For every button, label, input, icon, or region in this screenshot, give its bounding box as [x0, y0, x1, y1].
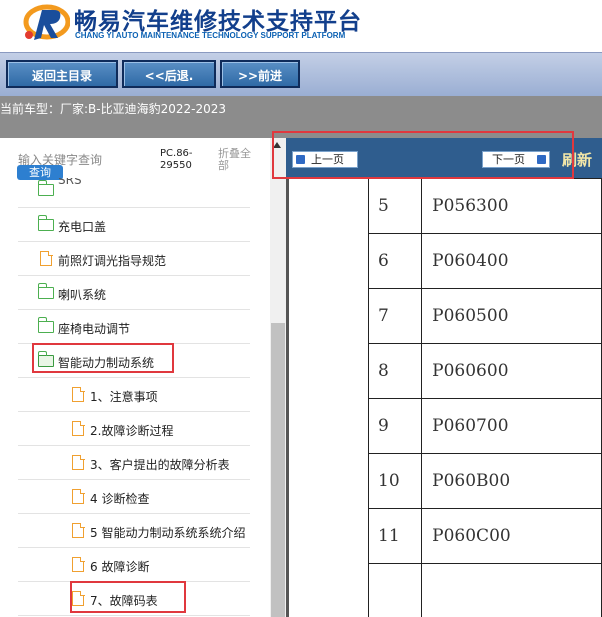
row-number: 6 [367, 233, 423, 289]
table-row: 9 P060700 [367, 398, 602, 454]
folder-open-icon [37, 351, 54, 367]
sidebar-item-charging-port-cover[interactable]: 充电口盖 [18, 208, 250, 242]
sidebar-item-label: SRS [58, 178, 82, 187]
dtc-code: P060600 [421, 343, 602, 399]
sidebar-item-partial[interactable]: SRS [18, 178, 250, 208]
document-icon [40, 250, 53, 266]
document-icon [72, 590, 85, 606]
collapse-all-button[interactable]: 折叠全部 [218, 148, 258, 172]
table-row: 6 P060400 [367, 233, 602, 289]
sidebar-item-label: 智能动力制动系统 [58, 356, 155, 370]
table-row: 11 P060C00 [367, 508, 602, 564]
arrow-right-icon [537, 155, 546, 164]
page-nav-bar: 上一页 下一页 刷新 [286, 138, 602, 178]
folder-icon [37, 283, 54, 299]
table-row [367, 563, 602, 617]
document-icon [72, 488, 85, 504]
sidebar-item-label: 5 智能动力制动系统系统介绍 [90, 526, 246, 540]
back-button[interactable]: <<后退. [122, 60, 216, 88]
document-icon [72, 556, 85, 572]
sidebar-item-precautions[interactable]: 1、注意事项 [18, 378, 250, 412]
table-row: 8 P060600 [367, 343, 602, 399]
sidebar-item-label: 前照灯调光指导规范 [58, 254, 167, 268]
toolbar: 返回主目录 <<后退. >>前进 [0, 52, 602, 96]
dtc-code: P060500 [421, 288, 602, 344]
scroll-up-icon[interactable] [273, 142, 281, 148]
sidebar: 输入关键字查询 查询 PC.86-29550 折叠全部 SRS 充电口盖 前照灯… [0, 138, 270, 617]
table-row: 5 P056300 [367, 178, 602, 234]
row-number: 10 [367, 453, 423, 509]
sidebar-item-label: 喇叭系统 [58, 288, 107, 302]
row-number: 9 [367, 398, 423, 454]
folder-icon [37, 180, 54, 196]
row-number: 5 [367, 178, 423, 234]
sidebar-item-label: 6 故障诊断 [90, 560, 150, 574]
arrow-left-icon [296, 155, 305, 164]
scrollbar-thumb[interactable] [271, 323, 285, 617]
row-number: 8 [367, 343, 423, 399]
sidebar-item-dtc-table[interactable]: 7、故障码表 [18, 582, 250, 616]
folder-icon [37, 215, 54, 231]
table-row: 7 P060500 [367, 288, 602, 344]
page-border [286, 178, 289, 617]
sidebar-item-diagnosis-process[interactable]: 2.故障诊断过程 [18, 412, 250, 446]
document-icon [72, 386, 85, 402]
dtc-table: 5 P056300 6 P060400 7 P060500 8 P060600 9 P06… [367, 178, 602, 617]
row-number: 11 [367, 508, 423, 564]
sidebar-item-headlight-guide[interactable]: 前照灯调光指导规范 [18, 242, 250, 276]
document-icon [72, 454, 85, 470]
sidebar-item-label: 3、客户提出的故障分析表 [90, 458, 230, 472]
current-car-model: 当前车型：厂家:B-比亚迪海豹2022-2023 [0, 102, 227, 116]
prev-page-button[interactable]: 上一页 [292, 151, 358, 168]
sidebar-item-label: 2.故障诊断过程 [90, 424, 174, 438]
folder-icon [37, 317, 54, 333]
sidebar-item-system-intro[interactable]: 5 智能动力制动系统系统介绍 [18, 514, 250, 548]
document-icon [72, 420, 85, 436]
dtc-code: P060400 [421, 233, 602, 289]
sidebar-item-fault-diagnosis[interactable]: 6 故障诊断 [18, 548, 250, 582]
forward-button[interactable]: >>前进 [220, 60, 300, 88]
sidebar-item-label: 充电口盖 [58, 220, 107, 234]
home-button[interactable]: 返回主目录 [6, 60, 118, 88]
sidebar-item-label: 座椅电动调节 [58, 322, 131, 336]
refresh-link[interactable]: 刷新 [562, 149, 592, 170]
table-row: 10 P060B00 [367, 453, 602, 509]
sidebar-item-label: 7、故障码表 [90, 594, 158, 608]
row-number: 7 [367, 288, 423, 344]
sidebar-item-horn-system[interactable]: 喇叭系统 [18, 276, 250, 310]
dtc-code: P056300 [421, 178, 602, 234]
sidebar-scrollbar[interactable] [270, 138, 286, 617]
row-number [367, 563, 423, 617]
sidebar-item-label: 1、注意事项 [90, 390, 158, 404]
sidebar-item-power-seat[interactable]: 座椅电动调节 [18, 310, 250, 344]
next-page-button[interactable]: 下一页 [482, 151, 550, 168]
logo-icon [23, 4, 70, 40]
sidebar-item-label: 4 诊断检查 [90, 492, 150, 506]
sidebar-item-intelligent-brake-system[interactable]: 智能动力制动系统 [18, 344, 250, 378]
dtc-code: P060C00 [421, 508, 602, 564]
pc-code: PC.86-29550 [160, 148, 193, 171]
dtc-code: P060B00 [421, 453, 602, 509]
platform-subtitle: CHANG YI AUTO MAINTENANCE TECHNOLOGY SUP… [75, 31, 346, 40]
prev-page-label: 上一页 [311, 153, 344, 166]
content-pane: 上一页 下一页 刷新 5 P056300 6 P060400 7 P060500 8P… [286, 138, 602, 617]
sidebar-item-customer-fault-table[interactable]: 3、客户提出的故障分析表 [18, 446, 250, 480]
app-header: 畅易汽车维修技术支持平台 CHANG YI AUTO MAINTENANCE T… [0, 0, 602, 52]
dtc-code [421, 563, 602, 617]
sidebar-item-diagnostic-check[interactable]: 4 诊断检查 [18, 480, 250, 514]
info-bar: 当前车型：厂家:B-比亚迪海豹2022-2023 [0, 96, 602, 138]
document-icon [72, 522, 85, 538]
dtc-code: P060700 [421, 398, 602, 454]
next-page-label: 下一页 [492, 153, 525, 166]
